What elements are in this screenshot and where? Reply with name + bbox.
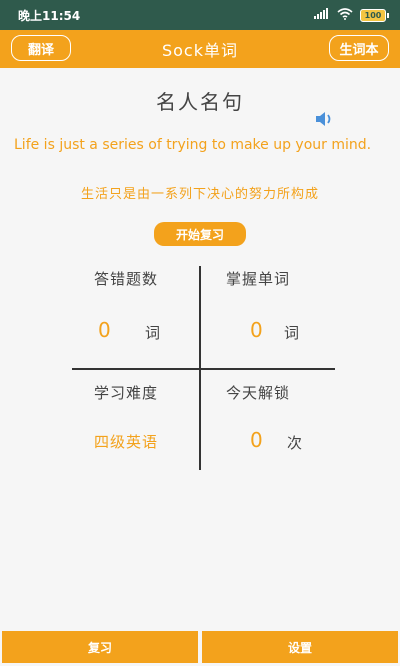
start-review-button[interactable]: 开始复习 <box>154 222 246 246</box>
signal-icon <box>314 8 330 22</box>
review-button[interactable]: 复习 <box>2 631 198 663</box>
quote-english: Life is just a series of trying to make … <box>14 137 372 153</box>
app-bar: 翻译 Sock单词 生词本 <box>0 30 400 68</box>
settings-button[interactable]: 设置 <box>202 631 398 663</box>
status-time: 晚上11:54 <box>18 8 81 23</box>
status-bar: 晚上11:54 100 <box>0 0 400 30</box>
mastered-unit: 词 <box>284 324 300 342</box>
wrong-count-unit: 词 <box>145 324 161 342</box>
status-icons: 100 <box>314 7 389 23</box>
quote-title: 名人名句 <box>156 90 244 114</box>
app-title: Sock单词 <box>161 41 238 60</box>
speaker-icon[interactable] <box>315 110 335 128</box>
translate-button[interactable]: 翻译 <box>11 35 71 61</box>
grid-divider-horizontal <box>72 368 335 370</box>
wrong-count-label: 答错题数 <box>94 270 159 288</box>
unlocked-value: 0 <box>250 428 263 452</box>
unlocked-unit: 次 <box>287 434 303 452</box>
battery-icon: 100 <box>360 8 389 22</box>
mastered-label: 掌握单词 <box>226 270 291 288</box>
quote-chinese: 生活只是由一系列下决心的努力所构成 <box>80 187 319 202</box>
unlocked-label: 今天解锁 <box>226 384 291 402</box>
vocabulary-book-button[interactable]: 生词本 <box>329 35 389 61</box>
wifi-icon <box>337 7 353 23</box>
wrong-count-value: 0 <box>98 318 111 342</box>
difficulty-label: 学习难度 <box>94 384 159 402</box>
difficulty-value[interactable]: 四级英语 <box>94 431 158 452</box>
mastered-value: 0 <box>250 318 263 342</box>
